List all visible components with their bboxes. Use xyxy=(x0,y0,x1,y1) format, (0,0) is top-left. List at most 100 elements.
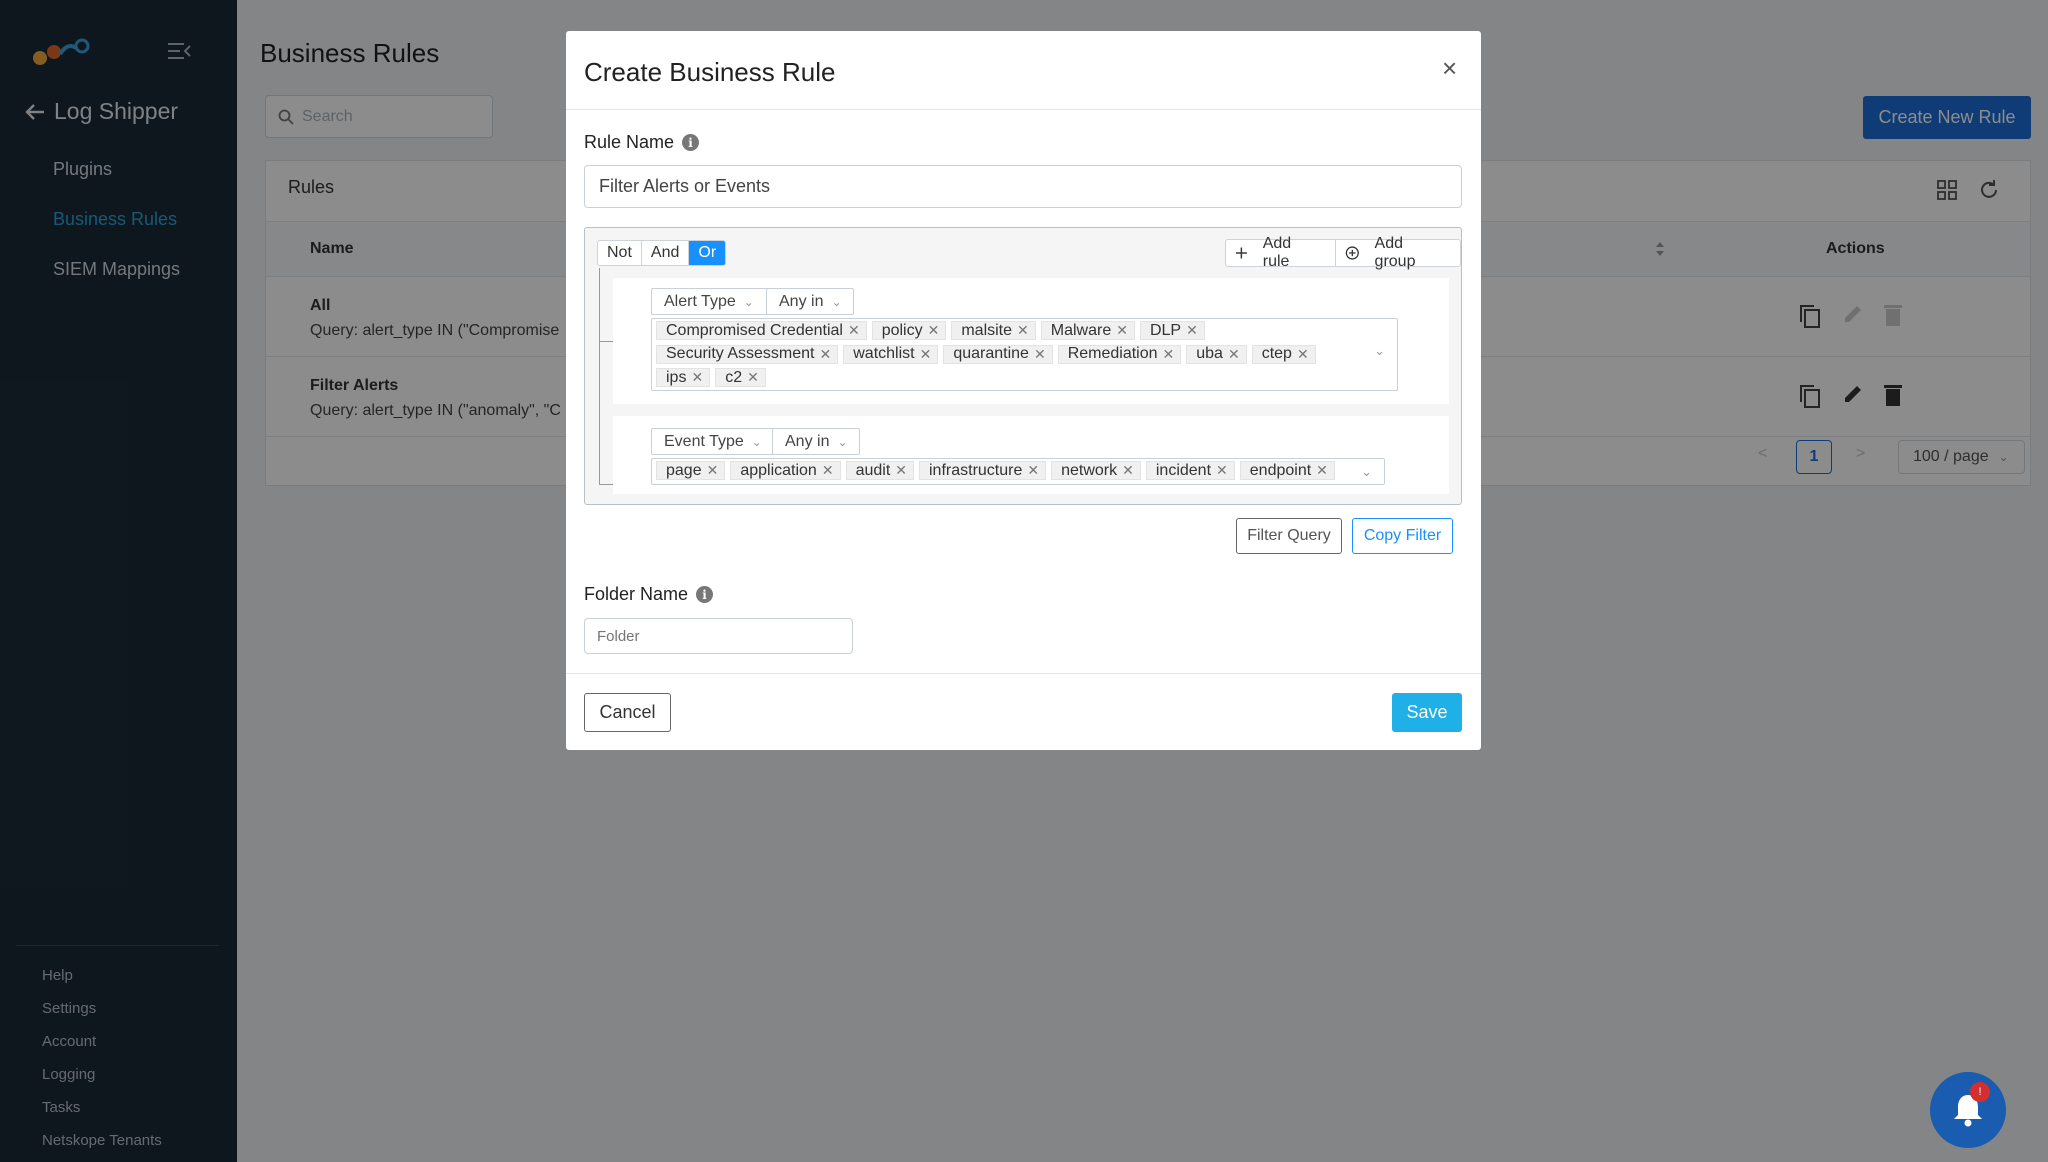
field-select-value: Alert Type xyxy=(664,292,736,310)
value-tag: uba ✕ xyxy=(1186,344,1247,364)
remove-tag-icon[interactable]: ✕ xyxy=(691,369,703,386)
close-icon[interactable]: × xyxy=(1442,53,1457,84)
operator-select-value: Any in xyxy=(785,432,830,450)
remove-tag-icon[interactable]: ✕ xyxy=(1017,322,1029,339)
value-tag-label: page xyxy=(666,461,702,479)
value-tag: page ✕ xyxy=(656,461,726,480)
remove-tag-icon[interactable]: ✕ xyxy=(1163,346,1175,363)
chevron-down-icon: ⌄ xyxy=(831,294,842,309)
value-tag: infrastructure ✕ xyxy=(919,461,1047,480)
value-tag-label: Security Assessment xyxy=(666,345,815,363)
value-tag: Remediation ✕ xyxy=(1057,344,1182,364)
create-business-rule-modal: Create Business Rule × Rule Name i Filte… xyxy=(566,31,1481,750)
value-tag-label: application xyxy=(740,461,817,479)
save-button[interactable]: Save xyxy=(1392,693,1462,732)
chevron-down-icon: ⌄ xyxy=(837,434,848,449)
remove-tag-icon[interactable]: ✕ xyxy=(928,322,940,339)
conjunction-and[interactable]: And xyxy=(642,241,690,265)
value-tag-label: c2 xyxy=(725,368,743,386)
filter-query-button[interactable]: Filter Query xyxy=(1236,518,1342,554)
value-tag-label: infrastructure xyxy=(929,461,1023,479)
remove-tag-icon[interactable]: ✕ xyxy=(895,462,907,479)
value-tag-label: ctep xyxy=(1261,345,1292,363)
value-tag: application ✕ xyxy=(730,461,841,480)
notification-button[interactable] xyxy=(1930,1072,2006,1148)
value-tag-label: uba xyxy=(1196,345,1223,363)
value-tag-label: quarantine xyxy=(953,345,1029,363)
value-tag: c2 ✕ xyxy=(715,368,766,388)
value-tag: audit ✕ xyxy=(845,461,914,480)
conjunction-group: Not And Or xyxy=(597,240,727,266)
remove-tag-icon[interactable]: ✕ xyxy=(747,369,759,386)
remove-tag-icon[interactable]: ✕ xyxy=(848,322,860,339)
remove-tag-icon[interactable]: ✕ xyxy=(1228,346,1240,363)
remove-tag-icon[interactable]: ✕ xyxy=(1216,462,1228,479)
remove-tag-icon[interactable]: ✕ xyxy=(1316,462,1328,479)
info-icon[interactable]: i xyxy=(682,134,700,151)
value-tag: quarantine ✕ xyxy=(943,344,1053,364)
operator-select[interactable]: Any in ⌄ xyxy=(772,428,860,455)
remove-tag-icon[interactable]: ✕ xyxy=(820,346,832,363)
info-icon[interactable]: i xyxy=(696,586,714,603)
notification-badge: ! xyxy=(1970,1082,1990,1102)
value-tag: Compromised Credential ✕ xyxy=(656,321,867,340)
add-rule-label: Add rule xyxy=(1262,235,1292,270)
remove-tag-icon[interactable]: ✕ xyxy=(1122,462,1134,479)
value-tag: endpoint ✕ xyxy=(1239,461,1335,480)
value-tag-label: ips xyxy=(666,368,687,386)
value-tag-label: network xyxy=(1061,461,1118,479)
conjunction-not[interactable]: Not xyxy=(598,241,642,265)
field-select[interactable]: Event Type ⌄ xyxy=(651,428,783,455)
value-tag-label: Compromised Credential xyxy=(666,321,843,339)
value-tag: policy ✕ xyxy=(871,321,947,340)
add-group-button[interactable]: Add group xyxy=(1336,235,1460,270)
folder-name-label-text: Folder Name xyxy=(584,584,689,604)
remove-tag-icon[interactable]: ✕ xyxy=(822,462,834,479)
copy-filter-button[interactable]: Copy Filter xyxy=(1352,518,1453,554)
tree-connector xyxy=(599,268,600,484)
value-tag-label: incident xyxy=(1155,461,1212,479)
rule-event-type: Event Type ⌄ Any in ⌄ page ✕ application ✕ a… xyxy=(613,416,1449,494)
values-multiselect[interactable]: page ✕ application ✕ audit ✕ infrastructure ✕ ne… xyxy=(651,458,1385,485)
value-tag: incident ✕ xyxy=(1145,461,1235,480)
rule-alert-type: Alert Type ⌄ Any in ⌄ Compromised Creden… xyxy=(613,278,1449,404)
value-tag: watchlist ✕ xyxy=(843,344,939,364)
remove-tag-icon[interactable]: ✕ xyxy=(1297,346,1309,363)
value-tag-label: DLP xyxy=(1149,321,1182,339)
modal-title: Create Business Rule xyxy=(584,57,836,87)
value-tag-label: Remediation xyxy=(1067,345,1158,363)
chevron-down-icon: ⌄ xyxy=(1361,464,1372,479)
add-rule-button[interactable]: Add rule xyxy=(1226,235,1336,270)
rule-name-label-text: Rule Name xyxy=(584,132,675,152)
rule-name-label: Rule Name i xyxy=(584,132,700,153)
remove-tag-icon[interactable]: ✕ xyxy=(1186,322,1198,339)
value-tag: malsite ✕ xyxy=(951,321,1036,340)
field-select-value: Event Type xyxy=(664,432,744,450)
folder-name-label: Folder Name i xyxy=(584,584,714,605)
value-tag-label: watchlist xyxy=(853,345,915,363)
remove-tag-icon[interactable]: ✕ xyxy=(707,462,719,479)
remove-tag-icon[interactable]: ✕ xyxy=(1116,322,1128,339)
remove-tag-icon[interactable]: ✕ xyxy=(1034,346,1046,363)
conjunction-or[interactable]: Or xyxy=(689,241,726,265)
value-tag-label: audit xyxy=(855,461,891,479)
remove-tag-icon[interactable]: ✕ xyxy=(1027,462,1039,479)
chevron-down-icon: ⌄ xyxy=(751,434,762,449)
modal-divider xyxy=(566,109,1481,110)
modal-divider xyxy=(566,673,1481,674)
remove-tag-icon[interactable]: ✕ xyxy=(920,346,932,363)
value-tag: DLP ✕ xyxy=(1139,321,1205,340)
rule-name-input[interactable]: Filter Alerts or Events xyxy=(584,165,1462,208)
values-multiselect[interactable]: Compromised Credential ✕ policy ✕ malsite ✕ Ma… xyxy=(651,318,1398,391)
value-tag-label: malsite xyxy=(961,321,1013,339)
value-tag: Malware ✕ xyxy=(1040,321,1135,340)
field-select[interactable]: Alert Type ⌄ xyxy=(651,288,777,315)
chevron-down-icon: ⌄ xyxy=(743,294,754,309)
cancel-button[interactable]: Cancel xyxy=(584,693,671,732)
add-group-label: Add group xyxy=(1374,235,1416,270)
chevron-down-icon: ⌄ xyxy=(1374,343,1385,358)
query-builder-actions: Add rule Add group xyxy=(1225,235,1461,270)
operator-select[interactable]: Any in ⌄ xyxy=(766,288,854,315)
folder-input[interactable] xyxy=(584,618,853,654)
value-tag-label: policy xyxy=(881,321,923,339)
